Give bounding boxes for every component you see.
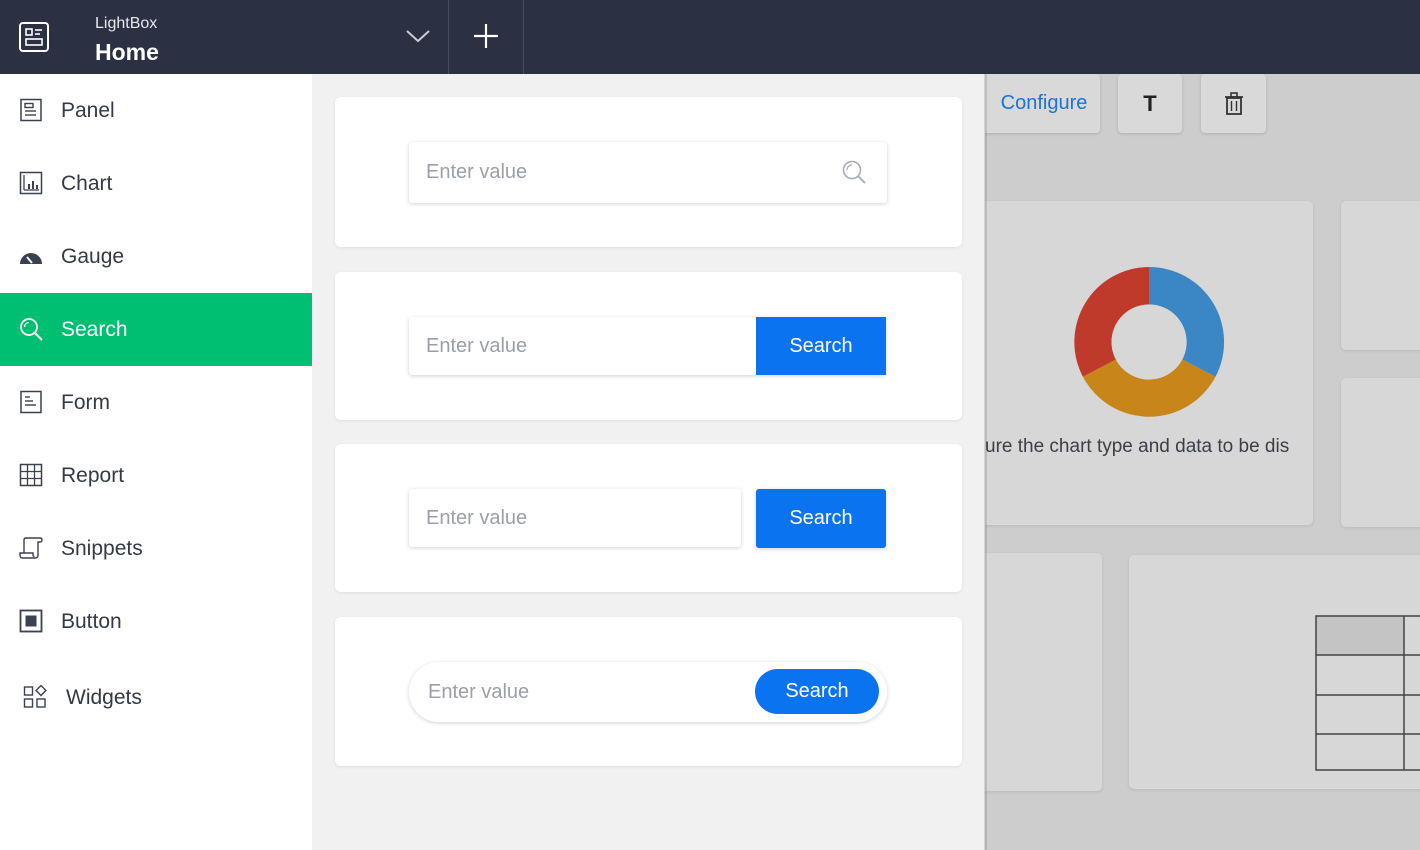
- panel-edge-shadow: [984, 74, 987, 850]
- sidebar-item-label: Report: [61, 463, 125, 487]
- page-title: Home: [95, 39, 159, 65]
- button-icon: [19, 609, 43, 633]
- configure-button[interactable]: Configure: [968, 74, 1100, 133]
- trash-icon: [1224, 91, 1243, 115]
- sidebar-item-label: Gauge: [61, 244, 125, 268]
- search-field: [409, 142, 887, 203]
- scroll-icon: [19, 537, 43, 559]
- page-dropdown-button[interactable]: [394, 14, 442, 58]
- search-button[interactable]: Search: [756, 317, 886, 375]
- search-variant-card[interactable]: Search: [335, 444, 962, 592]
- search-input[interactable]: [409, 662, 749, 722]
- search-variant-card[interactable]: Search: [335, 272, 962, 420]
- form-icon: [20, 390, 42, 414]
- sidebar-item-label: Search: [61, 317, 128, 341]
- sidebar-item-label: Widgets: [66, 685, 142, 709]
- sidebar-item-widgets[interactable]: Widgets: [0, 661, 312, 734]
- search-variant-card[interactable]: [335, 97, 962, 247]
- sidebar-item-button[interactable]: Button: [0, 585, 312, 658]
- sidebar-item-form[interactable]: Form: [0, 366, 312, 439]
- configure-label: Configure: [1000, 92, 1088, 114]
- plus-icon: [474, 24, 498, 48]
- top-bar: LightBox Home: [0, 0, 1420, 74]
- app-name: LightBox: [95, 15, 158, 32]
- sidebar-item-gauge[interactable]: Gauge: [0, 220, 312, 293]
- sidebar-item-search[interactable]: Search: [0, 293, 312, 366]
- sidebar-item-snippets[interactable]: Snippets: [0, 512, 312, 585]
- chart-caption-text: ure the chart type and data to be dis: [985, 436, 1290, 457]
- sidebar-item-panel[interactable]: Panel: [0, 74, 312, 147]
- table-preview: [1315, 615, 1420, 771]
- search-widget-panel: Search Search Search: [312, 74, 985, 850]
- search-button[interactable]: Search: [756, 489, 886, 548]
- panel-icon: [20, 98, 42, 122]
- add-page-button[interactable]: [460, 10, 512, 62]
- widgets-icon: [23, 685, 47, 708]
- dashboard-icon[interactable]: [18, 21, 50, 53]
- sidebar-item-report[interactable]: Report: [0, 439, 312, 512]
- sidebar-item-chart[interactable]: Chart: [0, 147, 312, 220]
- gauge-icon: [20, 253, 42, 264]
- search-input[interactable]: [409, 489, 741, 547]
- divider: [448, 0, 449, 74]
- donut-chart: [1074, 266, 1225, 417]
- text-tool-label: T: [1143, 90, 1157, 116]
- chevron-down-icon: [406, 30, 430, 43]
- search-input[interactable]: [409, 142, 887, 203]
- search-input[interactable]: [409, 317, 755, 375]
- chart-icon: [19, 171, 43, 195]
- search-icon: [20, 318, 43, 341]
- sidebar: Panel Chart Gauge Search Form Report Sni…: [0, 74, 312, 850]
- chart-caption: ure the chart type and data to be dis: [985, 436, 1315, 458]
- delete-button[interactable]: [1201, 74, 1266, 133]
- search-field: [409, 489, 741, 547]
- sidebar-item-label: Panel: [61, 98, 115, 122]
- widget-card[interactable]: [1341, 378, 1420, 527]
- table-icon: [19, 463, 43, 487]
- divider: [523, 0, 524, 74]
- sidebar-item-label: Button: [61, 609, 122, 633]
- search-button[interactable]: Search: [755, 669, 879, 714]
- text-tool-button[interactable]: T: [1118, 74, 1182, 133]
- sidebar-item-label: Form: [61, 390, 110, 414]
- search-icon[interactable]: [841, 159, 867, 185]
- sidebar-item-label: Chart: [61, 171, 113, 195]
- widget-card[interactable]: [1341, 201, 1420, 350]
- sidebar-item-label: Snippets: [61, 536, 143, 560]
- search-variant-card[interactable]: Search: [335, 617, 962, 766]
